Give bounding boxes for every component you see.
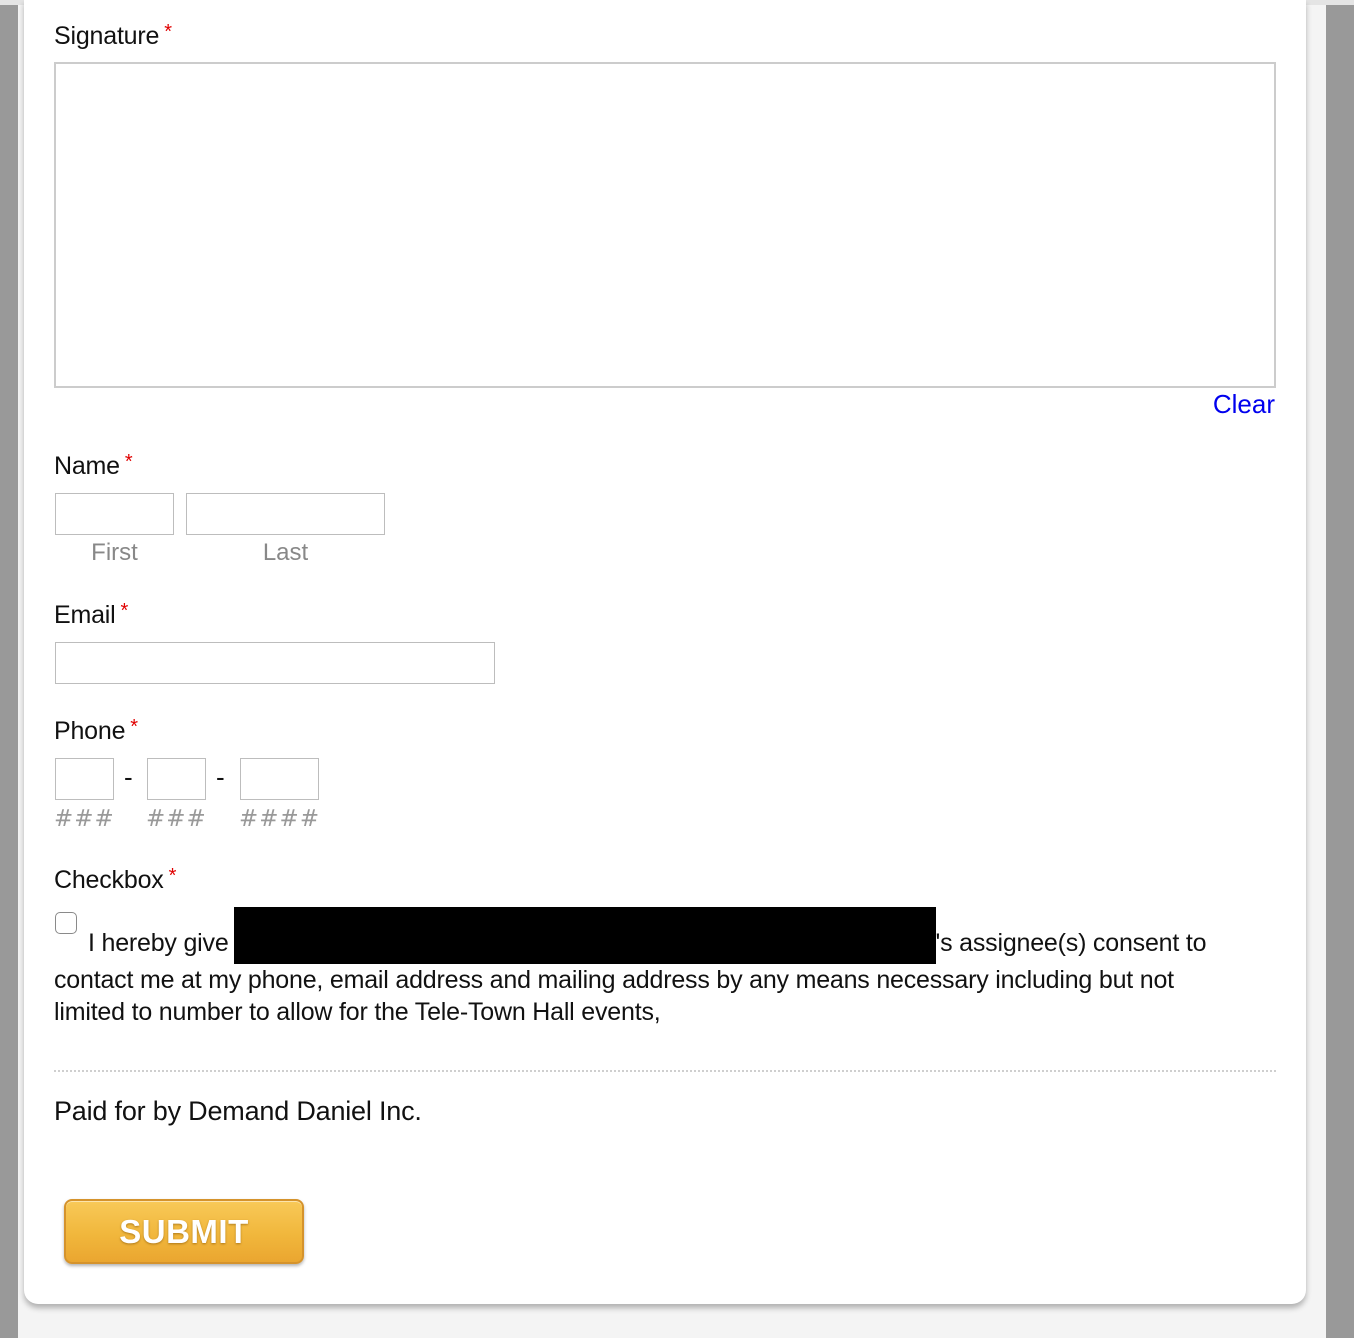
required-marker: * <box>130 716 138 738</box>
phone-line-input[interactable] <box>240 758 319 800</box>
first-name-input[interactable] <box>55 493 174 535</box>
submit-button[interactable]: SUBMIT <box>64 1199 304 1264</box>
consent-text-before: I hereby give <box>88 929 229 957</box>
signature-pad[interactable] <box>54 62 1276 388</box>
required-marker: * <box>164 21 172 43</box>
divider <box>54 1070 1276 1072</box>
phone-line-hint: #### <box>239 806 321 832</box>
first-name-sublabel: First <box>91 539 138 566</box>
consent-text: I hereby give's assignee(s) consent to c… <box>54 907 1234 1028</box>
checkbox-label: Checkbox * <box>54 865 177 894</box>
required-marker: * <box>120 600 129 622</box>
email-label: Email * <box>54 600 129 629</box>
last-name-sublabel: Last <box>262 539 309 566</box>
phone-prefix-hint: ### <box>146 806 207 832</box>
phone-area-hint: ### <box>54 806 115 832</box>
required-marker: * <box>124 451 133 473</box>
last-name-input[interactable] <box>186 493 385 535</box>
signature-label: Signature * <box>54 21 172 50</box>
name-label: Name * <box>54 451 133 480</box>
phone-label: Phone * <box>54 716 138 745</box>
consent-checkbox[interactable] <box>55 912 77 934</box>
phone-separator: - <box>124 762 133 792</box>
redaction-block <box>233 907 936 964</box>
required-marker: * <box>168 865 177 887</box>
email-input[interactable] <box>55 642 495 684</box>
paid-for-disclaimer: Paid for by Demand Daniel Inc. <box>54 1096 422 1126</box>
clear-signature-link[interactable]: Clear <box>1213 389 1275 419</box>
phone-prefix-input[interactable] <box>147 758 206 800</box>
phone-separator: - <box>216 762 225 792</box>
phone-area-code-input[interactable] <box>55 758 114 800</box>
